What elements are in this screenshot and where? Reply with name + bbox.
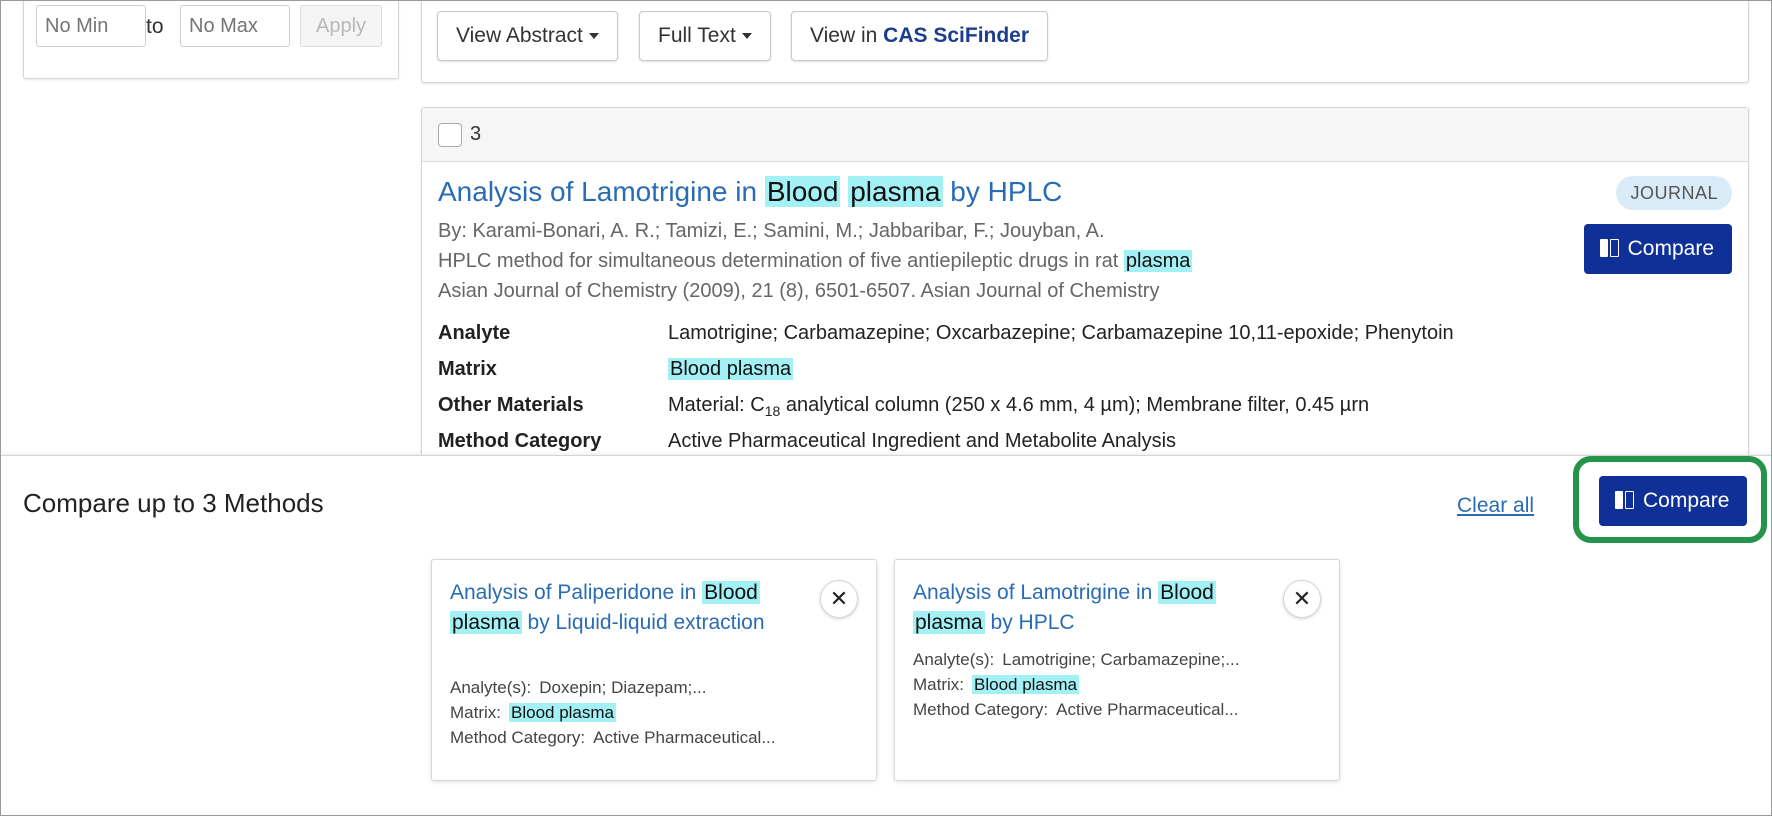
range-to-label: to: [146, 15, 164, 38]
tray-title: Compare up to 3 Methods: [23, 488, 324, 518]
full-text-button[interactable]: Full Text: [639, 11, 771, 61]
card-analyte-label: Analyte(s):: [913, 650, 995, 669]
clear-all-link[interactable]: Clear all: [1457, 494, 1534, 518]
card-method-label: Method Category:: [450, 728, 586, 747]
result-compare-button[interactable]: Compare: [1583, 224, 1732, 274]
matrix-value: Blood plasma: [668, 358, 794, 381]
page-frame: to Apply View Abstract Full Text View in…: [0, 0, 1772, 816]
view-abstract-label: View Abstract: [456, 24, 583, 47]
analyte-label: Analyte: [438, 322, 511, 344]
title-highlight: plasma: [848, 176, 943, 207]
card-title-text: by Liquid-liquid extraction: [527, 611, 765, 634]
card-title-text: by HPLC: [990, 611, 1075, 634]
result-header: 3: [422, 108, 1748, 162]
min-input[interactable]: [36, 5, 146, 47]
analyte-value: Lamotrigine; Carbamazepine; Oxcarbazepin…: [668, 322, 1454, 344]
card-matrix-line: Matrix: Blood plasma: [450, 703, 617, 723]
compare-label: Compare: [1627, 237, 1714, 260]
compare-tray: Compare up to 3 Methods Clear all Compar…: [1, 455, 1771, 815]
card-title-highlight: Blood: [702, 581, 760, 604]
card-matrix-value: Blood plasma: [972, 675, 1080, 694]
title-text: Analysis of Lamotrigine in: [438, 176, 758, 207]
card-analyte-value: Lamotrigine; Carbamazepine;...: [1002, 650, 1240, 669]
compare-card: Analysis of Lamotrigine in Blood plasma …: [894, 559, 1340, 781]
card-method-value: Active Pharmaceutical...: [1056, 700, 1239, 719]
other-materials-label: Other Materials: [438, 394, 584, 416]
card-method-line: Method Category: Active Pharmaceutical...: [913, 700, 1239, 720]
compare-label: Compare: [1643, 489, 1730, 512]
view-in-label: View in: [810, 24, 878, 47]
date-range-filter-panel: to Apply: [23, 1, 399, 79]
result-source: Asian Journal of Chemistry (2009), 21 (8…: [438, 280, 1160, 302]
method-category-value: Active Pharmaceutical Ingredient and Met…: [668, 430, 1177, 452]
card-title-highlight: Blood: [1158, 581, 1216, 604]
card-title-link[interactable]: Analysis of Paliperidone in Blood plasma…: [450, 578, 790, 638]
apply-button[interactable]: Apply: [300, 5, 382, 47]
cas-scifinder-brand: CAS SciFinder: [883, 24, 1030, 47]
card-method-line: Method Category: Active Pharmaceutical...: [450, 728, 776, 748]
card-title-highlight: plasma: [450, 611, 522, 634]
card-matrix-line: Matrix: Blood plasma: [913, 675, 1080, 695]
result-title-link[interactable]: Analysis of Lamotrigine in Blood plasma …: [438, 176, 1062, 208]
card-title-text: Analysis of Lamotrigine in: [913, 581, 1153, 604]
method-category-label: Method Category: [438, 430, 602, 452]
max-input[interactable]: [180, 5, 290, 47]
card-analyte-label: Analyte(s):: [450, 678, 532, 697]
tray-compare-button[interactable]: Compare: [1599, 476, 1748, 526]
card-title-link[interactable]: Analysis of Lamotrigine in Blood plasma …: [913, 578, 1253, 638]
compare-columns-icon: [1599, 239, 1620, 257]
card-matrix-label: Matrix:: [913, 675, 964, 694]
card-method-value: Active Pharmaceutical...: [593, 728, 776, 747]
result-subtitle: HPLC method for simultaneous determinati…: [438, 250, 1193, 273]
caret-down-icon: [588, 33, 599, 40]
view-in-cas-scifinder-button[interactable]: View in CAS SciFinder: [791, 11, 1049, 61]
result-3-panel: 3 Analysis of Lamotrigine in Blood plasm…: [421, 107, 1749, 507]
matrix-label: Matrix: [438, 358, 497, 380]
compare-highlight-outline: Compare: [1573, 456, 1767, 543]
compare-card: Analysis of Paliperidone in Blood plasma…: [431, 559, 877, 781]
document-type-badge: JOURNAL: [1616, 176, 1732, 210]
other-materials-text: analytical column (250 x 4.6 mm, 4 µm); …: [780, 394, 1370, 416]
compare-columns-icon: [1615, 491, 1635, 509]
matrix-highlight: Blood plasma: [668, 358, 794, 380]
card-analyte-line: Analyte(s): Doxepin; Diazepam;...: [450, 678, 707, 698]
card-analyte-line: Analyte(s): Lamotrigine; Carbamazepine;..…: [913, 650, 1239, 670]
subscript: 18: [764, 403, 781, 419]
card-title-text: Analysis of Paliperidone in: [450, 581, 697, 604]
subtitle-text: HPLC method for simultaneous determinati…: [438, 250, 1119, 272]
result-authors: By: Karami-Bonari, A. R.; Tamizi, E.; Sa…: [438, 220, 1105, 242]
full-text-label: Full Text: [658, 24, 736, 47]
title-text: by HPLC: [950, 176, 1063, 207]
title-highlight: Blood: [764, 176, 841, 207]
card-title-highlight: plasma: [913, 611, 985, 634]
card-matrix-value: Blood plasma: [509, 703, 617, 722]
result-2-panel: [421, 1, 1749, 83]
card-analyte-value: Doxepin; Diazepam;...: [539, 678, 707, 697]
card-matrix-label: Matrix:: [450, 703, 501, 722]
caret-down-icon: [741, 33, 752, 40]
subtitle-highlight: plasma: [1123, 250, 1193, 272]
result-select-checkbox[interactable]: [438, 123, 462, 147]
result-number: 3: [470, 123, 482, 145]
view-abstract-button[interactable]: View Abstract: [437, 11, 618, 61]
other-materials-value: Material: C18 analytical column (250 x 4…: [668, 394, 1369, 419]
close-icon[interactable]: ✕: [820, 580, 858, 618]
other-materials-text: Material: C: [668, 394, 765, 416]
close-icon[interactable]: ✕: [1283, 580, 1321, 618]
card-method-label: Method Category:: [913, 700, 1049, 719]
